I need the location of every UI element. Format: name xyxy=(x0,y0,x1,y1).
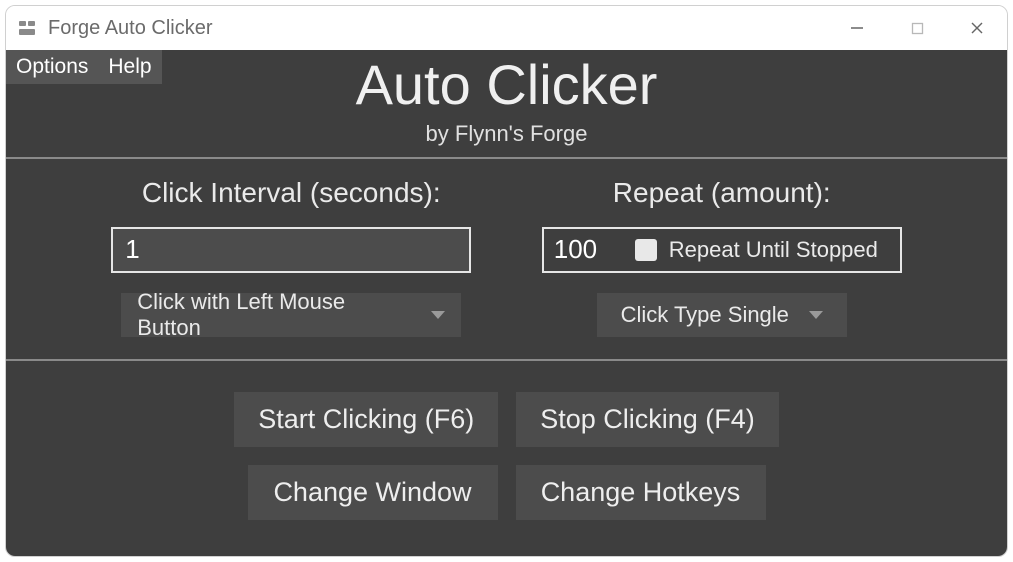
menubar: Options Help xyxy=(6,50,162,84)
menu-options[interactable]: Options xyxy=(6,50,98,84)
mouse-button-dropdown[interactable]: Click with Left Mouse Button xyxy=(121,293,461,337)
repeat-until-stopped-label: Repeat Until Stopped xyxy=(669,237,878,263)
settings-panel: Click Interval (seconds): Click with Lef… xyxy=(6,159,1007,359)
chevron-down-icon xyxy=(809,311,823,319)
client-area: Options Help Auto Clicker by Flynn's For… xyxy=(6,50,1007,556)
repeat-amount-input[interactable] xyxy=(544,229,629,271)
interval-input[interactable] xyxy=(111,227,471,273)
stop-clicking-button[interactable]: Stop Clicking (F4) xyxy=(516,392,779,447)
change-window-button[interactable]: Change Window xyxy=(248,465,498,520)
click-type-dropdown[interactable]: Click Type Single xyxy=(597,293,847,337)
menu-help[interactable]: Help xyxy=(98,50,161,84)
click-type-dropdown-label: Click Type Single xyxy=(621,302,789,328)
page-subtitle: by Flynn's Forge xyxy=(6,121,1007,147)
close-button[interactable] xyxy=(947,6,1007,50)
window-title: Forge Auto Clicker xyxy=(48,17,213,40)
maximize-button[interactable] xyxy=(887,6,947,50)
repeat-label: Repeat (amount): xyxy=(613,177,831,209)
mouse-button-dropdown-label: Click with Left Mouse Button xyxy=(137,289,411,341)
interval-label: Click Interval (seconds): xyxy=(142,177,441,209)
repeat-row: Repeat Until Stopped xyxy=(542,227,902,273)
minimize-button[interactable] xyxy=(827,6,887,50)
actions-panel: Start Clicking (F6) Stop Clicking (F4) C… xyxy=(6,361,1007,556)
repeat-until-stopped-checkbox[interactable] xyxy=(635,239,657,261)
repeat-column: Repeat (amount): Repeat Until Stopped Cl… xyxy=(527,177,918,337)
titlebar[interactable]: Forge Auto Clicker xyxy=(6,6,1007,50)
chevron-down-icon xyxy=(431,311,445,319)
change-hotkeys-button[interactable]: Change Hotkeys xyxy=(516,465,766,520)
window-controls xyxy=(827,6,1007,50)
interval-column: Click Interval (seconds): Click with Lef… xyxy=(96,177,487,337)
app-window: Forge Auto Clicker Options Help Auto Cli… xyxy=(5,5,1008,557)
app-icon xyxy=(16,17,38,39)
start-clicking-button[interactable]: Start Clicking (F6) xyxy=(234,392,498,447)
